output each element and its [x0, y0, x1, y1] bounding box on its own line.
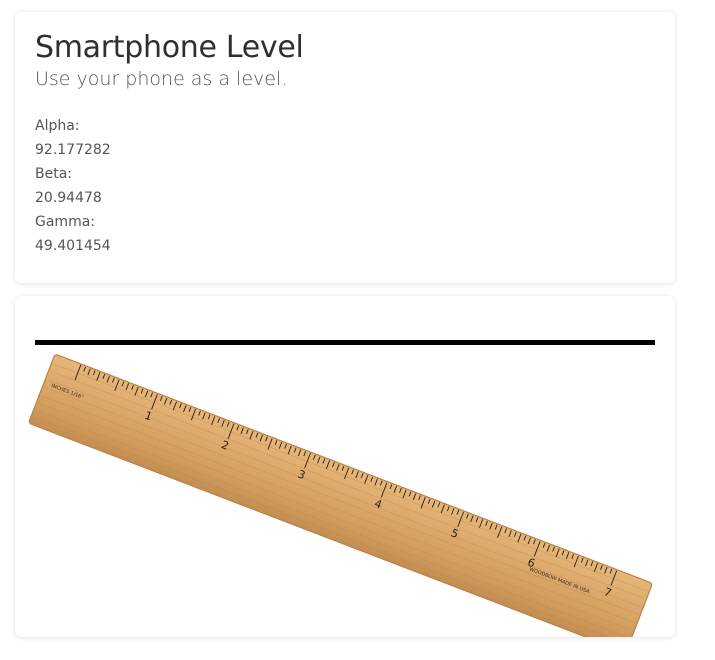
ruler: INCHES 1/16" WOODBOW MADE IN USA 1234567 [28, 354, 653, 653]
alpha-label: Alpha: [35, 118, 80, 134]
beta-value: 20.94478 [35, 190, 102, 206]
alpha-value: 92.177282 [35, 142, 111, 158]
ruler-image: INCHES 1/16" WOODBOW MADE IN USA 1234567 [28, 354, 653, 653]
beta-label: Beta: [35, 166, 73, 182]
ruler-ticks [74, 364, 618, 586]
page-subtitle: Use your phone as a level. [35, 68, 288, 90]
gamma-label: Gamma: [35, 214, 95, 230]
page-title: Smartphone Level [35, 30, 304, 65]
info-card: Smartphone Level Use your phone as a lev… [15, 12, 675, 283]
ruler-area: INCHES 1/16" WOODBOW MADE IN USA 1234567 [15, 296, 675, 653]
gamma-value: 49.401454 [35, 238, 111, 254]
level-card: INCHES 1/16" WOODBOW MADE IN USA 1234567 [15, 296, 675, 653]
